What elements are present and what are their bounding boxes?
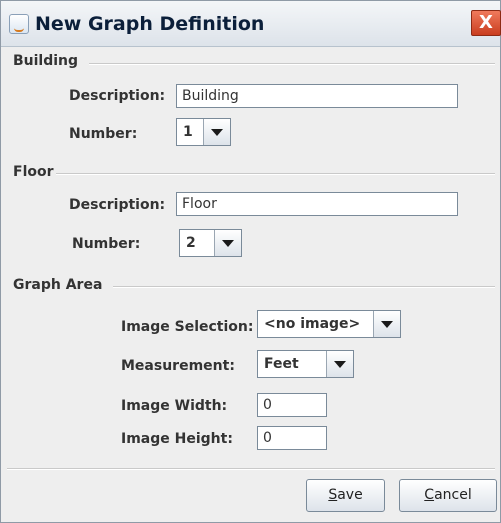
building-section-title: Building — [13, 53, 79, 69]
cancel-button[interactable]: Cancel — [399, 479, 497, 512]
image-selection-combo[interactable]: <no image> — [257, 310, 401, 338]
floor-section-title: Floor — [13, 164, 54, 180]
graph-area-separator — [113, 286, 495, 288]
close-button[interactable]: X — [471, 10, 501, 36]
floor-description-field[interactable] — [176, 192, 458, 216]
dialog-window: New Graph Definition X Building Descript… — [0, 0, 501, 523]
measurement-combo[interactable]: Feet — [257, 350, 354, 378]
cancel-label-rest: ancel — [434, 487, 472, 503]
image-height-field[interactable] — [257, 426, 327, 450]
floor-description-label: Description: — [69, 197, 166, 213]
graph-area-section-title: Graph Area — [13, 277, 103, 293]
image-height-label: Image Height: — [121, 431, 233, 447]
image-width-field[interactable] — [257, 393, 327, 417]
image-selection-label: Image Selection: — [121, 319, 254, 335]
image-width-label: Image Width: — [121, 398, 228, 414]
chevron-down-icon[interactable] — [373, 311, 400, 337]
image-selection-value: <no image> — [264, 316, 361, 332]
building-number-combo[interactable]: 1 — [176, 118, 231, 146]
title-bar[interactable]: New Graph Definition X — [1, 1, 501, 47]
building-description-field[interactable] — [176, 84, 458, 108]
building-separator — [89, 63, 495, 65]
floor-number-combo[interactable]: 2 — [179, 229, 242, 257]
footer-separator — [7, 468, 495, 470]
save-button[interactable]: Save — [306, 479, 385, 512]
building-description-label: Description: — [69, 88, 166, 104]
floor-separator — [56, 173, 495, 175]
building-number-label: Number: — [69, 126, 138, 142]
measurement-value: Feet — [264, 356, 299, 372]
floor-number-value: 2 — [186, 235, 196, 251]
cancel-mnemonic: C — [424, 487, 435, 503]
measurement-label: Measurement: — [121, 358, 235, 374]
save-mnemonic: S — [328, 487, 338, 503]
chevron-down-icon[interactable] — [214, 230, 241, 256]
save-label-rest: ave — [337, 487, 363, 503]
chevron-down-icon[interactable] — [203, 119, 230, 145]
building-number-value: 1 — [183, 124, 193, 140]
java-cup-icon — [9, 14, 29, 34]
dialog-title: New Graph Definition — [35, 13, 265, 35]
chevron-down-icon[interactable] — [326, 351, 353, 377]
floor-number-label: Number: — [72, 236, 141, 252]
